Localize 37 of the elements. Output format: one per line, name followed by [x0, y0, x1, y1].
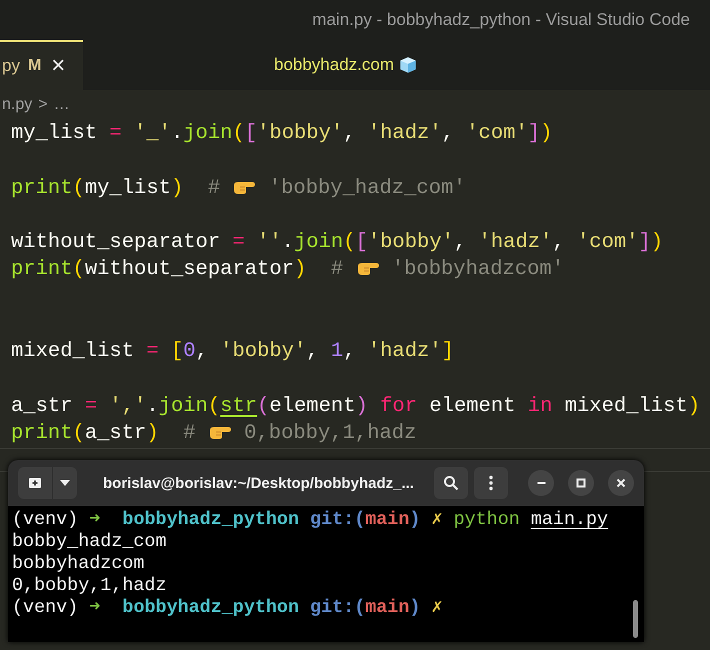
code-line: print(without_separator) # 'bobbyhadzcom' [11, 257, 566, 284]
breadcrumb-more[interactable]: … [54, 96, 70, 114]
window-title: main.py - bobbyhadz_python - Visual Studio Code [312, 10, 690, 30]
terminal-line: (venv) ➜ bobbyhadz_python git:(main) ✗ [12, 597, 444, 619]
scrollbar-thumb[interactable] [633, 600, 638, 638]
code-line: print(my_list) # 'bobby_hadz_com' [11, 176, 467, 202]
dropdown-button[interactable] [53, 467, 77, 499]
code-line: without_separator = ''.join(['bobby', 'hadz', 'com']) [11, 230, 664, 256]
minimize-icon [536, 482, 546, 484]
minimize-button[interactable] [528, 470, 554, 496]
search-icon [443, 475, 459, 491]
editor-tab[interactable]: py M × [0, 40, 83, 90]
terminal-line: 0,bobby,1,hadz [12, 575, 168, 597]
code-line: mixed_list = [0, 'bobby', 1, 'hadz'] [11, 339, 455, 366]
modified-indicator: M [28, 57, 42, 75]
menu-button[interactable] [474, 467, 508, 499]
new-tab-button[interactable] [18, 467, 52, 499]
search-button[interactable] [434, 467, 468, 499]
terminal-title: borislav@borislav:~/Desktop/bobbyhadz_... [102, 474, 415, 492]
caret-icon [59, 479, 71, 487]
code-line: a_str = ','.join(str(element) for element in mixed_list) [11, 394, 702, 420]
maximize-button[interactable] [568, 470, 594, 496]
new-tab-icon [27, 475, 43, 491]
tab-label: py [2, 56, 20, 76]
code-line: print(a_str) # 0,bobby,1,hadz [11, 421, 418, 448]
close-tab-button[interactable]: × [49, 54, 68, 78]
terminal-line: bobbyhadzcom [12, 553, 146, 575]
terminal-line: (venv) ➜ bobbyhadz_python git:(main) ✗ python main.py [12, 509, 610, 531]
close-button[interactable] [608, 470, 634, 496]
maximize-icon [576, 478, 586, 488]
close-icon [616, 478, 626, 488]
kebab-menu-icon [488, 475, 494, 491]
breadcrumb-separator: > [38, 96, 48, 114]
code-line: my_list = '_'.join(['bobby', 'hadz', 'com']) [11, 121, 554, 147]
banner-text: bobbyhadz.com [274, 55, 394, 75]
terminal-line: bobby_hadz_com [12, 531, 168, 553]
breadcrumb-file[interactable]: n.py [2, 96, 32, 114]
